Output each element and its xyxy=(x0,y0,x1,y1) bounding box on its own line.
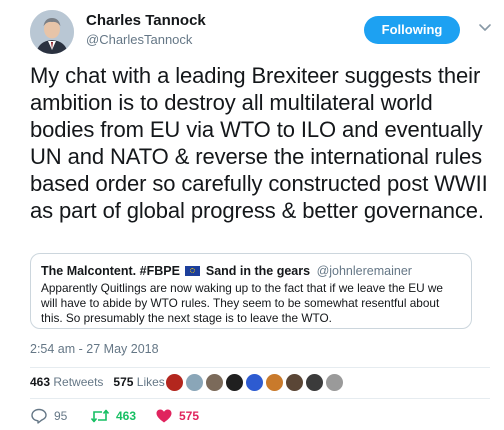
liker-avatar[interactable] xyxy=(285,373,304,392)
retweet-count: 463 xyxy=(116,409,137,423)
liker-avatar[interactable] xyxy=(185,373,204,392)
reply-count: 95 xyxy=(54,409,68,423)
author-handle[interactable]: @CharlesTannock xyxy=(86,32,192,47)
tweet-text: My chat with a leading Brexiteer suggest… xyxy=(30,63,488,223)
tweet-card: Charles Tannock @CharlesTannock Followin… xyxy=(0,0,504,430)
following-button[interactable]: Following xyxy=(364,16,460,44)
chevron-down-icon[interactable] xyxy=(475,17,495,37)
quoted-tweet[interactable]: The Malcontent. #FBPE Sand in the gears … xyxy=(30,253,472,329)
liker-avatar[interactable] xyxy=(265,373,284,392)
liker-avatar[interactable] xyxy=(245,373,264,392)
reply-button[interactable]: 95 xyxy=(30,405,67,427)
tweet-timestamp[interactable]: 2:54 am - 27 May 2018 xyxy=(30,342,159,356)
likes-count: 575 xyxy=(113,375,134,389)
likes-label: Likes xyxy=(136,375,165,389)
retweets-label: Retweets xyxy=(53,375,104,389)
liker-avatar[interactable] xyxy=(165,373,184,392)
quoted-author-handle: @johnleremainer xyxy=(316,264,412,278)
action-bar: 95 463 575 xyxy=(30,405,490,427)
liker-avatar[interactable] xyxy=(305,373,324,392)
like-count: 575 xyxy=(179,409,200,423)
heart-icon xyxy=(155,407,173,425)
liker-avatar[interactable] xyxy=(325,373,344,392)
quoted-author-name-prefix: The Malcontent. #FBPE xyxy=(41,264,180,278)
retweet-button[interactable]: 463 xyxy=(90,405,136,427)
quoted-tweet-text: Apparently Quitlings are now waking up t… xyxy=(41,281,443,325)
author-name[interactable]: Charles Tannock xyxy=(86,12,206,29)
author-avatar[interactable] xyxy=(30,10,74,54)
likes-stat[interactable]: 575 Likes xyxy=(113,375,164,389)
retweets-count: 463 xyxy=(30,375,51,389)
quoted-author-name-suffix: Sand in the gears xyxy=(205,264,311,278)
quoted-tweet-header: The Malcontent. #FBPE Sand in the gears … xyxy=(41,264,412,278)
engagement-stats: 463 Retweets 575 Likes xyxy=(30,375,165,389)
liker-avatar[interactable] xyxy=(225,373,244,392)
eu-flag-icon xyxy=(185,266,201,276)
like-button[interactable]: 575 xyxy=(155,405,199,427)
divider xyxy=(30,398,490,399)
liker-avatar[interactable] xyxy=(205,373,224,392)
retweets-stat[interactable]: 463 Retweets xyxy=(30,375,103,389)
divider xyxy=(30,367,490,368)
retweet-icon xyxy=(90,407,110,425)
reply-icon xyxy=(30,407,48,425)
